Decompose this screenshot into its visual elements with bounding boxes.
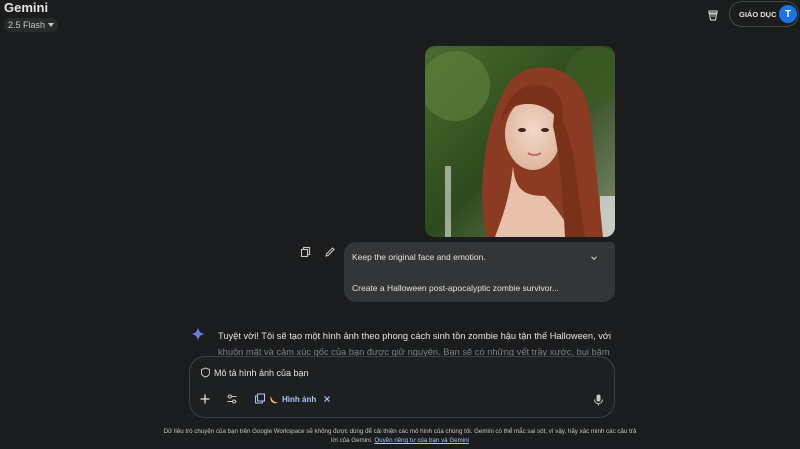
uploaded-image[interactable]	[425, 46, 615, 237]
privacy-link[interactable]: Quyền riêng tư của bạn và Gemini	[374, 437, 469, 444]
model-label: 2.5 Flash	[8, 20, 46, 30]
image-gallery-icon[interactable]	[254, 393, 266, 405]
response-line-visible: Tuyệt vời! Tôi sẽ tạo một hình ảnh theo …	[218, 331, 612, 341]
shield-icon	[201, 367, 210, 378]
avatar[interactable]: T	[779, 5, 797, 23]
tune-icon[interactable]	[226, 393, 238, 405]
caret-down-icon	[48, 23, 55, 27]
prompt-input-box[interactable]	[189, 356, 615, 418]
image-tool-label: Hình ảnh	[282, 394, 317, 404]
close-icon[interactable]	[323, 395, 331, 403]
chevron-down-icon[interactable]	[589, 253, 599, 263]
image-tool-chip[interactable]: Hình ảnh	[269, 394, 331, 404]
copy-icon[interactable]	[300, 246, 312, 258]
sparkle-icon	[191, 327, 205, 341]
user-message-line2: Create a Halloween post-apocalyptic zomb…	[352, 283, 559, 293]
edit-icon[interactable]	[324, 246, 336, 258]
portrait-image	[425, 46, 615, 237]
prompt-placeholder: Mô tả hình ảnh của bạn	[214, 367, 309, 378]
plus-icon[interactable]	[199, 393, 211, 405]
footer-disclaimer: Dữ liệu trò chuyện của bạn trên Google W…	[160, 427, 640, 445]
user-message-line1: Keep the original face and emotion.	[352, 252, 486, 262]
input-toolbar: Hình ảnh	[199, 393, 331, 405]
mic-icon[interactable]	[593, 394, 604, 406]
bucket-icon[interactable]	[706, 8, 720, 22]
banana-icon	[270, 396, 278, 404]
model-selector[interactable]: 2.5 Flash	[4, 18, 59, 32]
edu-label: GIÁO DỤC	[739, 9, 777, 19]
user-message-bubble	[344, 242, 615, 302]
app-title: Gemini	[4, 0, 49, 15]
prompt-input[interactable]: Mô tả hình ảnh của bạn	[200, 367, 309, 378]
